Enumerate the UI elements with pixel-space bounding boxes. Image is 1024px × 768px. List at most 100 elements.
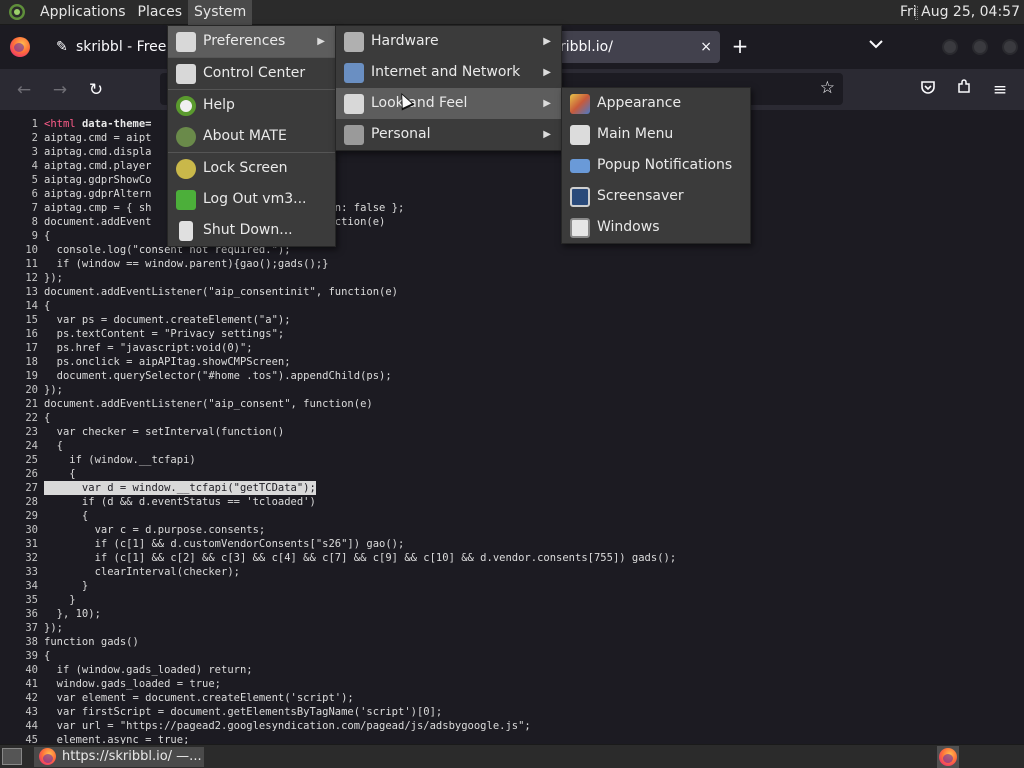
menu-item-appearance[interactable]: Appearance (562, 88, 750, 119)
code-text[interactable]: { (44, 229, 50, 243)
code-text[interactable]: var d = window.__tcfapi("getTCData"); (44, 481, 316, 495)
code-text[interactable]: function gads() (44, 635, 139, 649)
code-text[interactable]: if (c[1] && c[2] && c[3] && c[4] && c[7]… (44, 551, 677, 565)
code-text[interactable]: var firstScript = document.getElementsBy… (44, 705, 443, 719)
code-text[interactable]: } (44, 593, 75, 607)
code-text[interactable]: if (d && d.eventStatus == 'tcloaded') (44, 495, 316, 509)
code-text[interactable]: }, 10); (44, 607, 101, 621)
firefox-icon (939, 748, 957, 766)
line-number: 23 (25, 426, 38, 438)
code-text[interactable]: if (window == window.parent){gao();gads(… (44, 257, 329, 271)
menu-item-lock-screen[interactable]: Lock Screen (168, 153, 335, 184)
code-line: 41 window.gads_loaded = true; (0, 677, 1024, 691)
line-number: 9 (31, 230, 38, 242)
taskbar-window-button[interactable]: https://skribbl.io/ —... (34, 747, 204, 767)
menu-item-about-mate[interactable]: About MATE (168, 121, 335, 152)
code-text[interactable]: if (window.gads_loaded) return; (44, 663, 253, 677)
code-text[interactable]: }); (44, 383, 63, 397)
places-menu[interactable]: Places (132, 0, 189, 25)
extensions-icon[interactable] (953, 79, 975, 101)
menu-item-help[interactable]: Help (168, 90, 335, 121)
new-tab-button[interactable]: + (730, 35, 750, 59)
code-text[interactable]: ps.textContent = "Privacy settings"; (44, 327, 285, 341)
close-tab-icon[interactable]: × (700, 31, 712, 63)
line-number: 5 (31, 174, 38, 186)
code-text[interactable]: window.gads_loaded = true; (44, 677, 221, 691)
code-text[interactable]: ps.onclick = aipAPItag.showCMPScreen; (44, 355, 291, 369)
line-number: 36 (25, 608, 38, 620)
code-text[interactable]: document.addEventListener("aip_consent",… (44, 397, 373, 411)
workspace-switcher[interactable] (937, 746, 959, 768)
code-text[interactable]: aiptag.cmd = aipt (44, 131, 151, 145)
menu-item-control-center[interactable]: Control Center (168, 58, 335, 89)
menu-item-shut-down[interactable]: Shut Down... (168, 215, 335, 246)
code-text[interactable]: { (44, 439, 63, 453)
code-text[interactable]: { (44, 509, 88, 523)
line-number: 20 (25, 384, 38, 396)
clock[interactable]: Fri Aug 25, 04:57 (900, 0, 1020, 25)
menu-item-label: Log Out vm3... (203, 191, 307, 207)
tab-active[interactable]: ribbl.io/ × (550, 31, 720, 63)
look-and-feel-submenu: Appearance Main Menu Popup Notifications… (561, 87, 751, 244)
menu-item-label: Control Center (203, 65, 306, 81)
menu-item-look-and-feel[interactable]: Look and Feel ▶ (336, 88, 561, 119)
code-text[interactable]: { (44, 467, 75, 481)
help-lifebuoy-icon (176, 96, 196, 116)
menu-item-label: Help (203, 97, 235, 113)
menu-item-hardware[interactable]: Hardware ▶ (336, 26, 561, 57)
code-text[interactable]: ps.href = "javascript:void(0)"; (44, 341, 253, 355)
code-text[interactable]: { (44, 299, 50, 313)
menu-item-screensaver[interactable]: Screensaver (562, 181, 750, 212)
line-number: 15 (25, 314, 38, 326)
code-text[interactable]: { (44, 649, 50, 663)
line-number: 40 (25, 664, 38, 676)
code-text[interactable]: }); (44, 271, 63, 285)
code-text[interactable]: document.addEventListener("aip_consentin… (44, 285, 398, 299)
code-text[interactable]: document.querySelector("#home .tos").app… (44, 369, 392, 383)
menu-item-main-menu[interactable]: Main Menu (562, 119, 750, 150)
menu-item-preferences[interactable]: Preferences ▶ (168, 26, 335, 57)
menu-item-log-out[interactable]: Log Out vm3... (168, 184, 335, 215)
menu-item-popup-notifications[interactable]: Popup Notifications (562, 150, 750, 181)
code-text[interactable]: if (window.__tcfapi) (44, 453, 195, 467)
firefox-icon[interactable] (10, 37, 30, 57)
menu-item-personal[interactable]: Personal ▶ (336, 119, 561, 150)
reload-icon[interactable]: ↻ (85, 79, 107, 101)
top-panel: Applications Places System Fri Aug 25, 0… (0, 0, 1024, 25)
code-text[interactable]: element.async = true; (44, 733, 190, 744)
code-line: 33 clearInterval(checker); (0, 565, 1024, 579)
system-menu[interactable]: System (188, 0, 253, 25)
code-line: 34 } (0, 579, 1024, 593)
code-text[interactable]: clearInterval(checker); (44, 565, 240, 579)
code-line: 19 document.querySelector("#home .tos").… (0, 369, 1024, 383)
code-text[interactable]: aiptag.gdprShowCo (44, 173, 151, 187)
code-line: 27 var d = window.__tcfapi("getTCData"); (0, 481, 1024, 495)
submenu-arrow-icon: ▶ (543, 67, 551, 78)
tab-skribbl[interactable]: ✎ skribbl - Free M (48, 31, 178, 87)
code-text[interactable]: } (44, 579, 88, 593)
mate-logo-icon[interactable] (6, 1, 28, 23)
code-text[interactable]: { (44, 411, 50, 425)
menu-item-windows[interactable]: Windows (562, 212, 750, 243)
code-text[interactable]: var ps = document.createElement("a"); (44, 313, 291, 327)
forward-arrow-icon[interactable]: → (49, 79, 71, 101)
maximize-button[interactable] (972, 39, 988, 55)
code-text[interactable]: var element = document.createElement('sc… (44, 691, 354, 705)
applications-menu[interactable]: Applications (34, 0, 132, 25)
code-text[interactable]: if (c[1] && d.customVendorConsents["s26"… (44, 537, 405, 551)
hamburger-menu-icon[interactable]: ≡ (989, 79, 1011, 101)
back-arrow-icon[interactable]: ← (13, 79, 35, 101)
show-desktop-icon[interactable] (2, 748, 22, 765)
code-text[interactable]: <html data-theme= (44, 117, 151, 131)
minimize-button[interactable] (942, 39, 958, 55)
list-all-tabs-icon[interactable] (869, 37, 883, 53)
close-window-button[interactable] (1002, 39, 1018, 55)
menu-item-internet-and-network[interactable]: Internet and Network ▶ (336, 57, 561, 88)
code-text[interactable]: }); (44, 621, 63, 635)
code-text[interactable]: var checker = setInterval(function() (44, 425, 285, 439)
code-text[interactable]: var c = d.purpose.consents; (44, 523, 266, 537)
pocket-icon[interactable] (917, 79, 939, 101)
code-text[interactable]: var url = "https://pagead2.googlesyndica… (44, 719, 531, 733)
code-line: 31 if (c[1] && d.customVendorConsents["s… (0, 537, 1024, 551)
bookmark-star-icon[interactable]: ☆ (820, 78, 835, 98)
